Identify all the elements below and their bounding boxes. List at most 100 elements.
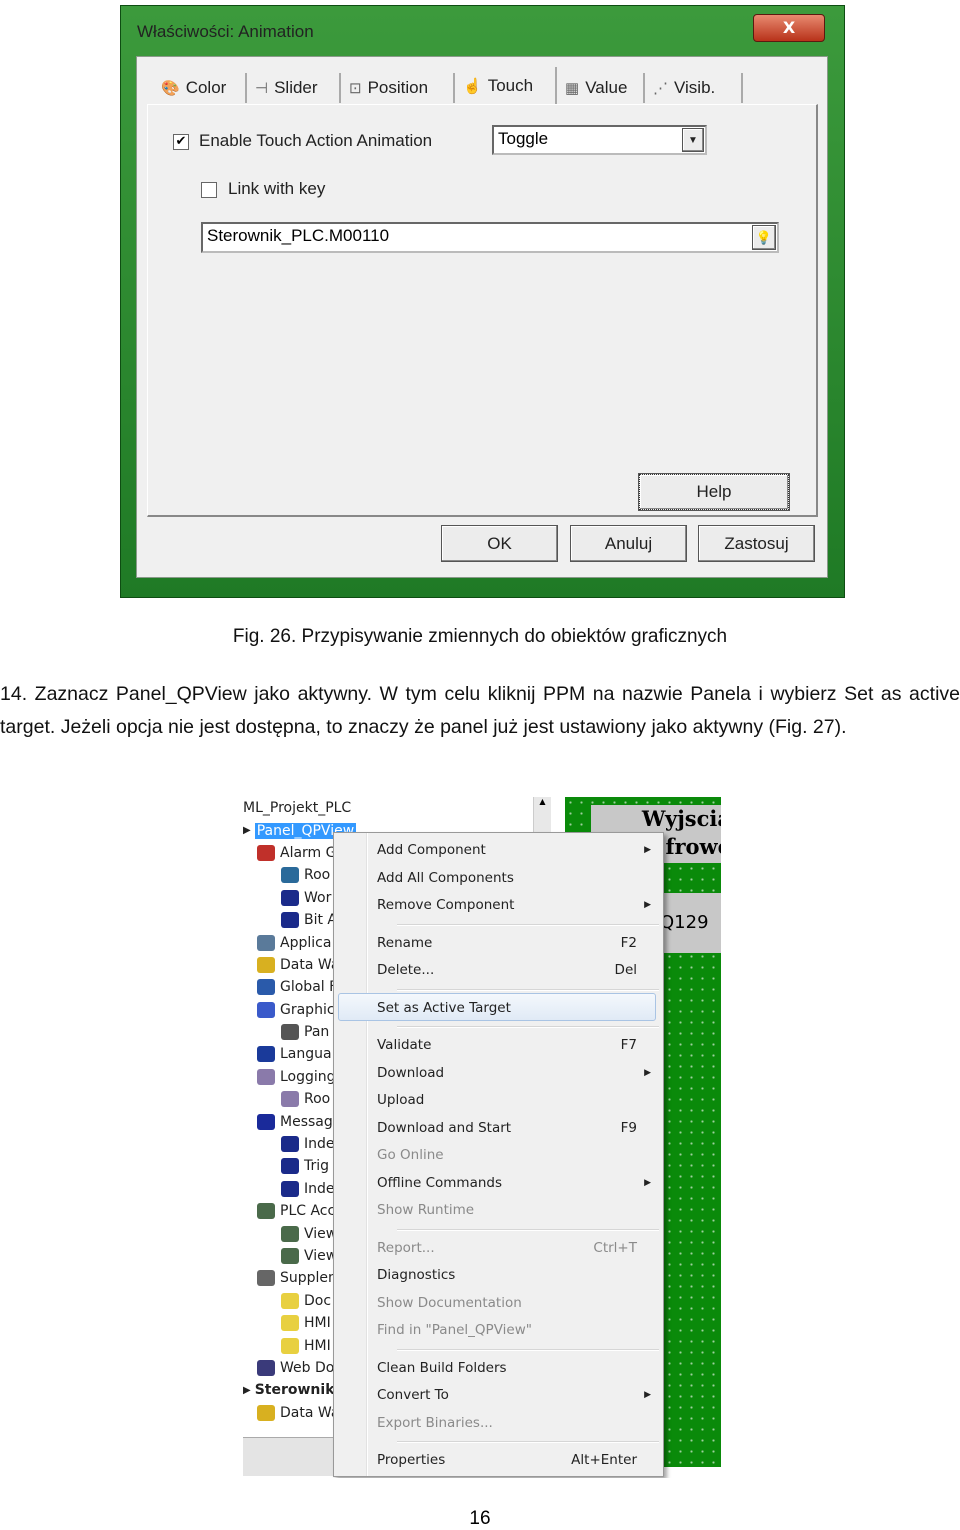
tree-node-icon — [257, 844, 275, 861]
tree-item-label: Alarm G — [280, 844, 337, 861]
tree-node-icon — [257, 1046, 275, 1063]
tree-node-icon — [281, 1091, 299, 1108]
tree-item-label: Roo — [304, 1091, 331, 1108]
menu-item-go-online[interactable]: Go Online — [334, 1142, 663, 1168]
menu-item-label: Find in "Panel_QPView" — [377, 1322, 532, 1338]
lightbulb-icon[interactable]: 💡 — [752, 225, 776, 250]
menu-item-show-runtime[interactable]: Show Runtime — [334, 1197, 663, 1223]
tree-item-label: Global F — [280, 979, 338, 996]
menu-item-label: Set as Active Target — [377, 999, 511, 1016]
menu-item-upload[interactable]: Upload — [334, 1087, 663, 1113]
menu-item-label: Add Component — [377, 842, 486, 858]
menu-item-label: Properties — [377, 1452, 446, 1468]
tree-item-label: Sterownik — [254, 1382, 335, 1399]
chevron-down-icon[interactable]: ▼ — [682, 128, 704, 152]
menu-item-diagnostics[interactable]: Diagnostics — [334, 1262, 663, 1288]
apply-button[interactable]: Zastosuj — [698, 525, 815, 562]
tag-input[interactable]: Sterownik_PLC.M00110 💡 — [201, 222, 779, 253]
color-wheel-icon: 🎨 — [161, 80, 180, 97]
tree-bottom-tabs — [243, 1437, 333, 1476]
tree-item-label: Langua — [280, 1046, 332, 1063]
menu-item-show-documentation[interactable]: Show Documentation — [334, 1290, 663, 1316]
menu-item-find-in-panel-qpview[interactable]: Find in "Panel_QPView" — [334, 1317, 663, 1343]
value-123-icon: ▦ — [565, 80, 580, 97]
menu-item-label: Rename — [377, 934, 433, 951]
menu-item-shortcut: Del — [614, 962, 637, 978]
tab-label: Value — [585, 78, 628, 97]
menu-separator — [397, 988, 659, 991]
tree-node-icon — [257, 1068, 275, 1085]
menu-item-report[interactable]: Report... Ctrl+T — [334, 1235, 663, 1261]
project-explorer-screenshot: ML_Projekt_PLC ▶ Panel_QPView Alarm G Roo Wor… — [243, 797, 721, 1478]
menu-item-properties[interactable]: Properties Alt+Enter — [334, 1447, 663, 1473]
tree-item-label: Inde — [304, 1180, 335, 1197]
tree-node-icon — [257, 956, 275, 973]
menu-item-clean-build-folders[interactable]: Clean Build Folders — [334, 1355, 663, 1381]
close-button[interactable]: X — [753, 14, 825, 42]
tree-node-icon — [281, 1248, 299, 1264]
tree-scrollbar[interactable]: ▲ — [533, 797, 551, 837]
help-button[interactable]: Help — [638, 473, 790, 511]
tree-node-icon — [281, 1158, 299, 1175]
tree-node-icon — [257, 1270, 275, 1287]
menu-item-offline-commands[interactable]: Offline Commands ▶ — [334, 1170, 663, 1196]
tree-item-label: Data Wa — [280, 956, 340, 973]
tree-item-label: ML_Projekt_PLC — [243, 800, 352, 817]
tab-label: Visib. — [674, 78, 716, 97]
menu-item-validate[interactable]: Validate F7 — [334, 1032, 663, 1058]
menu-item-delete[interactable]: Delete... Del — [334, 957, 663, 983]
menu-item-shortcut: F2 — [620, 934, 637, 951]
menu-separator — [397, 1026, 659, 1028]
tree-item-label: Messag — [280, 1113, 333, 1130]
menu-separator — [397, 1348, 659, 1351]
tree-item-label: Doc — [304, 1292, 332, 1309]
cancel-button[interactable]: Anuluj — [570, 525, 687, 562]
tab-label: Color — [185, 78, 227, 97]
menu-item-convert-to[interactable]: Convert To ▶ — [334, 1382, 663, 1408]
ok-button[interactable]: OK — [441, 525, 558, 562]
properties-dialog: Właściwości: Animation X 🎨 Color ⊣ Slider ⊡ P… — [120, 5, 845, 598]
menu-item-label: Export Binaries... — [377, 1414, 493, 1431]
menu-item-download-and-start[interactable]: Download and Start F9 — [334, 1115, 663, 1141]
tree-node-icon — [281, 1315, 299, 1332]
tab-value[interactable]: ▦ Value — [559, 73, 645, 103]
menu-item-set-as-active-target[interactable]: Set as Active Target — [334, 992, 663, 1021]
enable-touch-label: Enable Touch Action Animation — [199, 131, 433, 150]
menu-item-add-component[interactable]: Add Component ▶ — [334, 837, 663, 863]
tree-node-icon — [281, 1292, 299, 1309]
menu-separator — [397, 1441, 659, 1443]
menu-item-label: Download — [377, 1064, 445, 1081]
menu-item-remove-component[interactable]: Remove Component ▶ — [334, 892, 663, 918]
menu-item-rename[interactable]: Rename F2 — [334, 930, 663, 956]
link-key-checkbox[interactable] — [201, 182, 217, 198]
menu-item-label: Show Documentation — [377, 1294, 522, 1311]
menu-separator — [397, 1228, 659, 1231]
action-select-value: Toggle — [498, 129, 549, 148]
tab-color[interactable]: 🎨 Color — [155, 73, 247, 103]
instruction-paragraph: 14. Zaznacz Panel_QPView jako aktywny. W… — [0, 683, 960, 738]
tree-node-icon — [257, 1113, 275, 1130]
tab-position[interactable]: ⊡ Position — [343, 73, 455, 103]
tree-node-icon — [257, 1001, 275, 1018]
tree-node-icon — [257, 1203, 275, 1220]
caret-right-icon: ▶ — [243, 825, 251, 837]
enable-touch-checkbox[interactable]: ✔ — [173, 134, 189, 150]
hand-pointer-icon: ☝ — [463, 78, 482, 95]
menu-item-label: Remove Component — [377, 897, 515, 913]
tree-item-label: PLC Acc — [280, 1203, 336, 1220]
tab-visib[interactable]: ⋰ Visib. — [647, 73, 743, 103]
tree-item[interactable]: ML_Projekt_PLC — [243, 797, 543, 819]
menu-item-export-binaries[interactable]: Export Binaries... — [334, 1410, 663, 1436]
tree-node-icon — [257, 1359, 275, 1376]
menu-item-download[interactable]: Download ▶ — [334, 1060, 663, 1086]
action-select[interactable]: Toggle ▼ — [492, 125, 707, 155]
tree-node-icon — [281, 912, 299, 929]
menu-item-add-all-components[interactable]: Add All Components — [334, 865, 663, 891]
canvas-header-line1: Wyjscia — [641, 806, 721, 831]
tab-touch[interactable]: ☝ Touch — [457, 67, 557, 105]
tab-slider[interactable]: ⊣ Slider — [249, 73, 341, 103]
caret-right-icon: ▶ — [243, 1384, 251, 1396]
tree-item-label: Wor — [304, 889, 332, 906]
tree-item-label: Pan — [304, 1024, 330, 1041]
tree-item-label: Applica — [280, 934, 332, 951]
